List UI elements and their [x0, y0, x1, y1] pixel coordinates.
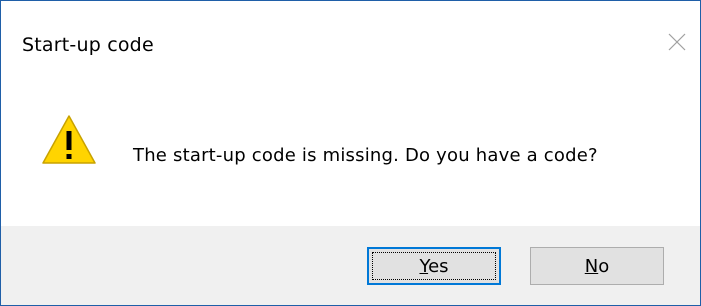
close-button[interactable] [654, 19, 700, 65]
yes-label-rest: es [428, 255, 449, 277]
no-label-rest: o [598, 255, 610, 277]
close-icon [668, 33, 686, 51]
yes-button-label: Yes [419, 256, 448, 277]
no-button[interactable]: No [530, 247, 664, 285]
no-button-label: No [585, 256, 609, 277]
dialog-message: The start-up code is missing. Do you hav… [133, 145, 598, 166]
message-dialog: Start-up code The start-up code is missi… [0, 0, 701, 306]
button-bar: Yes No [1, 226, 700, 305]
yes-mnemonic: Y [419, 255, 429, 277]
dialog-body: The start-up code is missing. Do you hav… [1, 81, 700, 226]
yes-button[interactable]: Yes [367, 247, 501, 285]
title-bar[interactable]: Start-up code [1, 1, 700, 81]
dialog-title: Start-up code [22, 34, 154, 56]
no-mnemonic: N [584, 255, 599, 277]
warning-icon [42, 115, 96, 164]
